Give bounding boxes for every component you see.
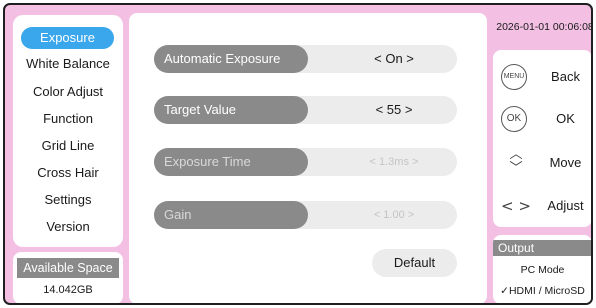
settings-menu: Exposure White Balance Color Adjust Func…	[13, 15, 123, 247]
setting-value-selector[interactable]: < 55 >	[344, 96, 444, 124]
setting-label: Gain	[154, 201, 308, 229]
setting-value-selector: < 1.3ms >	[369, 156, 419, 168]
datetime-display: 2026-01-01 00:06:08	[496, 21, 593, 33]
controls-legend: MENU Back OK OK ︿ ﹀ Move < > Adjust	[493, 50, 591, 227]
adjust-label: Adjust	[547, 198, 584, 213]
menu-item-exposure[interactable]: Exposure	[21, 27, 114, 49]
setting-label: Target Value	[154, 96, 308, 124]
menu-item-version[interactable]: Version	[13, 216, 123, 238]
output-option-hdmi-microsd[interactable]: ✓HDMI / MicroSD	[493, 285, 591, 297]
setting-row-target-value[interactable]: Target Value < 55 >	[154, 96, 457, 124]
move-label: Move	[549, 155, 582, 170]
up-down-arrows-icon: ︿ ﹀	[509, 147, 523, 176]
control-move: ︿ ﹀ Move	[493, 146, 591, 180]
ok-button-icon: OK	[501, 106, 527, 132]
device-screen: Exposure White Balance Color Adjust Func…	[3, 3, 593, 305]
menu-item-function[interactable]: Function	[13, 108, 123, 130]
setting-row-gain: Gain < 1.00 >	[154, 201, 457, 229]
storage-panel: Available Space 14.042GB	[13, 252, 123, 303]
menu-item-color-adjust[interactable]: Color Adjust	[13, 81, 123, 103]
ok-label: OK	[556, 111, 575, 126]
back-label: Back	[551, 69, 580, 84]
output-option-pc-mode[interactable]: PC Mode	[493, 264, 591, 276]
setting-value-selector: < 1.00 >	[373, 209, 415, 221]
control-ok: OK OK	[493, 106, 591, 132]
left-right-arrows-icon: < >	[501, 197, 531, 215]
menu-item-cross-hair[interactable]: Cross Hair	[13, 162, 123, 184]
setting-label: Automatic Exposure	[154, 45, 308, 73]
setting-row-exposure-time: Exposure Time < 1.3ms >	[154, 148, 457, 176]
menu-item-grid-line[interactable]: Grid Line	[13, 135, 123, 157]
control-back: MENU Back	[493, 64, 591, 90]
menu-button-icon: MENU	[501, 64, 527, 90]
setting-row-automatic-exposure[interactable]: Automatic Exposure < On >	[154, 45, 457, 73]
storage-title: Available Space	[17, 258, 119, 278]
output-title: Output	[493, 240, 591, 256]
menu-item-settings[interactable]: Settings	[13, 189, 123, 211]
setting-label: Exposure Time	[154, 148, 308, 176]
exposure-settings-panel: Automatic Exposure < On > Target Value <…	[129, 13, 487, 303]
output-panel: Output PC Mode ✓HDMI / MicroSD	[493, 235, 591, 303]
storage-value: 14.042GB	[43, 284, 93, 296]
menu-item-white-balance[interactable]: White Balance	[13, 53, 123, 75]
control-adjust: < > Adjust	[493, 193, 591, 219]
setting-value-selector[interactable]: < On >	[344, 45, 444, 73]
default-button[interactable]: Default	[372, 249, 457, 277]
